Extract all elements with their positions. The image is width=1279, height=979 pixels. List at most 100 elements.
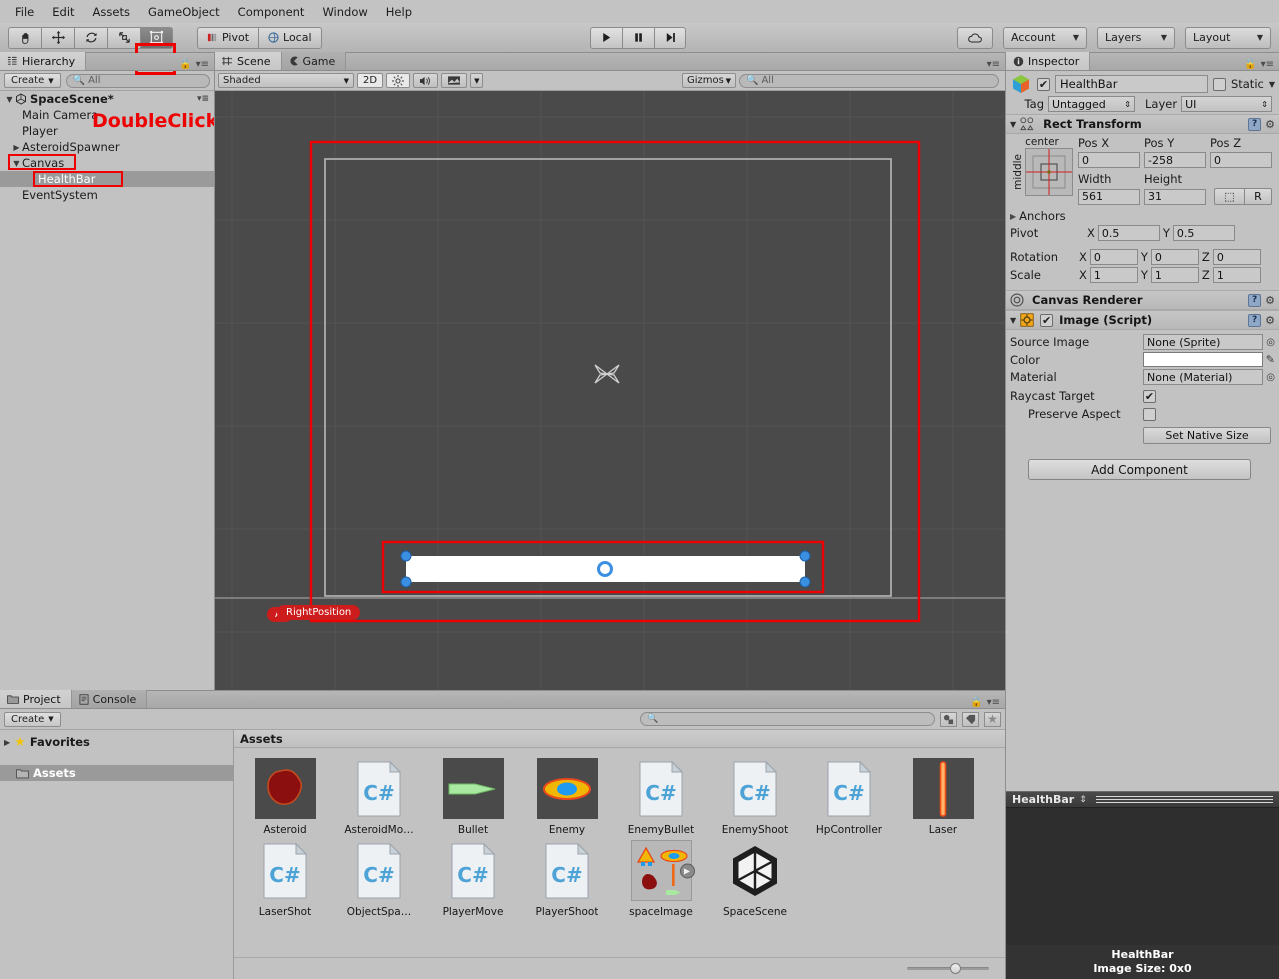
cloud-services-icon[interactable] (957, 26, 993, 49)
lock-icon[interactable]: 🔒 (1244, 59, 1256, 70)
asset-item-spaceimage[interactable]: ▶ spaceImage (622, 840, 700, 918)
menu-item-window[interactable]: Window (313, 3, 376, 21)
project-search-input[interactable]: 🔍 (640, 712, 935, 726)
disclosure-triangle-icon[interactable]: ▶ (11, 143, 22, 152)
raycast-target-checkbox[interactable]: ✔ (1143, 389, 1156, 403)
tab-console[interactable]: Console (71, 690, 148, 708)
tab-scene[interactable]: Scene (215, 52, 282, 70)
rect-tool-icon[interactable] (140, 26, 173, 49)
lock-icon[interactable]: 🔒 (970, 697, 982, 708)
layout-dropdown[interactable]: Layout ▼ (1185, 26, 1271, 49)
object-picker-icon[interactable]: ◎ (1266, 337, 1275, 348)
scale-z-field[interactable]: 1 (1212, 267, 1261, 283)
width-field[interactable]: 561 (1078, 188, 1140, 205)
slider-knob[interactable] (949, 963, 961, 974)
tab-project[interactable]: Project (0, 690, 72, 708)
tab-inspector[interactable]: Inspector (1006, 52, 1091, 70)
gameobject-name-field[interactable]: HealthBar (1055, 75, 1208, 93)
preserve-aspect-checkbox[interactable] (1143, 407, 1156, 421)
panel-menu-icon[interactable]: ▾≡ (987, 697, 1000, 708)
sprite-expand-icon[interactable]: ▶ (679, 863, 695, 878)
source-image-field[interactable]: None (Sprite) (1143, 334, 1264, 350)
hierarchy-search-input[interactable]: 🔍 All (65, 73, 210, 88)
preview-drag-lines[interactable] (1095, 796, 1273, 803)
scene-effects-dropdown[interactable]: ▼ (470, 73, 484, 88)
asset-item-laser[interactable]: Laser (904, 758, 982, 836)
pause-button[interactable] (622, 26, 654, 49)
raw-edit-button[interactable]: R (1244, 188, 1272, 205)
rect-transform-header[interactable]: ▼ Rect Transform ? ⚙ (1006, 114, 1279, 134)
eyedropper-icon[interactable]: ✎ (1266, 353, 1275, 366)
asset-item-asteroid[interactable]: Asteroid (246, 758, 324, 836)
gameobject-active-checkbox[interactable]: ✔ (1037, 77, 1050, 91)
asset-zoom-slider[interactable] (907, 962, 989, 976)
filter-by-label-icon[interactable] (962, 711, 979, 727)
panel-menu-icon[interactable]: ▾≡ (197, 94, 209, 104)
tag-dropdown[interactable]: Untagged ⇕ (1048, 96, 1135, 112)
pivot-x-field[interactable]: 0.5 (1097, 225, 1160, 241)
panel-menu-icon[interactable]: ▾≡ (1261, 59, 1274, 70)
asset-item-spacescene[interactable]: SpaceScene (716, 840, 794, 918)
color-swatch-field[interactable] (1143, 352, 1263, 367)
material-field[interactable]: None (Material) (1143, 369, 1264, 385)
static-dropdown-arrow-icon[interactable]: ▼ (1269, 80, 1275, 89)
gizmos-dropdown[interactable]: Gizmos ▼ (682, 73, 736, 88)
play-button[interactable] (590, 26, 622, 49)
scene-lighting-toggle[interactable] (386, 73, 411, 88)
disclosure-triangle-icon[interactable]: ▼ (1010, 120, 1016, 129)
asset-item-playershoot[interactable]: C# PlayerShoot (528, 840, 606, 918)
disclosure-triangle-icon[interactable]: ▼ (4, 95, 15, 104)
project-assets-row[interactable]: Assets (0, 765, 233, 781)
filter-by-type-icon[interactable] (940, 711, 957, 727)
layer-dropdown[interactable]: UI ⇕ (1181, 96, 1272, 112)
rotation-x-field[interactable]: 0 (1089, 249, 1138, 265)
canvas-renderer-header[interactable]: Canvas Renderer ? ⚙ (1006, 290, 1279, 310)
preview-header[interactable]: HealthBar ⇕ (1006, 792, 1279, 808)
pos-z-field[interactable]: 0 (1210, 152, 1272, 168)
help-icon[interactable]: ? (1248, 293, 1262, 307)
gear-icon[interactable]: ⚙ (1265, 314, 1275, 327)
hierarchy-item-eventsystem[interactable]: EventSystem (0, 187, 214, 203)
object-picker-icon[interactable]: ◎ (1266, 372, 1275, 383)
help-icon[interactable]: ? (1248, 313, 1262, 327)
disclosure-triangle-icon[interactable]: ▼ (11, 159, 22, 168)
asset-item-objectspawner[interactable]: C# ObjectSpa… (340, 840, 418, 918)
blueprint-mode-button[interactable]: ⬚ (1214, 188, 1244, 205)
hierarchy-item-healthbar[interactable]: HealthBar (0, 171, 214, 187)
scene-audio-toggle[interactable] (413, 73, 439, 88)
disclosure-triangle-icon[interactable]: ▶ (1010, 212, 1016, 221)
anchors-row[interactable]: ▶ Anchors (1006, 205, 1279, 224)
pos-x-field[interactable]: 0 (1078, 152, 1140, 168)
add-component-button[interactable]: Add Component (1028, 459, 1251, 480)
scale-tool-icon[interactable] (107, 26, 140, 49)
menu-item-edit[interactable]: Edit (43, 3, 83, 21)
asset-item-enemyshoot[interactable]: C# EnemyShoot (716, 758, 794, 836)
disclosure-triangle-icon[interactable]: ▼ (1010, 316, 1016, 325)
rotate-tool-icon[interactable] (74, 26, 107, 49)
scene-search-input[interactable]: 🔍 All (739, 73, 999, 88)
gear-icon[interactable]: ⚙ (1265, 118, 1275, 131)
disclosure-triangle-icon[interactable]: ▶ (4, 738, 10, 747)
hierarchy-item-asteroidspawner[interactable]: ▶ AsteroidSpawner (0, 139, 214, 155)
tab-hierarchy[interactable]: Hierarchy (0, 52, 87, 70)
hand-tool-icon[interactable] (8, 26, 41, 49)
hierarchy-item-spacescene[interactable]: ▼ SpaceScene* ▾≡ (0, 91, 214, 107)
panel-menu-icon[interactable]: ▾≡ (987, 59, 1000, 70)
menu-item-assets[interactable]: Assets (84, 3, 139, 21)
project-favorites-row[interactable]: ▶ ★ Favorites (0, 734, 233, 750)
scene-viewport[interactable]: A. RightPosition (215, 91, 1005, 690)
favorites-star-icon[interactable]: ★ (984, 711, 1001, 727)
height-field[interactable]: 31 (1144, 188, 1206, 205)
scene-effects-toggle[interactable] (441, 73, 468, 88)
project-create-button[interactable]: Create ▼ (4, 711, 61, 727)
local-global-button[interactable]: Local (258, 26, 322, 49)
static-checkbox[interactable] (1212, 77, 1226, 91)
asset-item-lasershot[interactable]: C# LaserShot (246, 840, 324, 918)
rotation-y-field[interactable]: 0 (1150, 249, 1199, 265)
pivot-y-field[interactable]: 0.5 (1172, 225, 1235, 241)
account-dropdown[interactable]: Account ▼ (1003, 26, 1087, 49)
hierarchy-create-button[interactable]: Create ▼ (4, 73, 61, 88)
scale-y-field[interactable]: 1 (1150, 267, 1199, 283)
updown-arrow-icon[interactable]: ⇕ (1079, 795, 1087, 805)
move-tool-icon[interactable] (41, 26, 74, 49)
